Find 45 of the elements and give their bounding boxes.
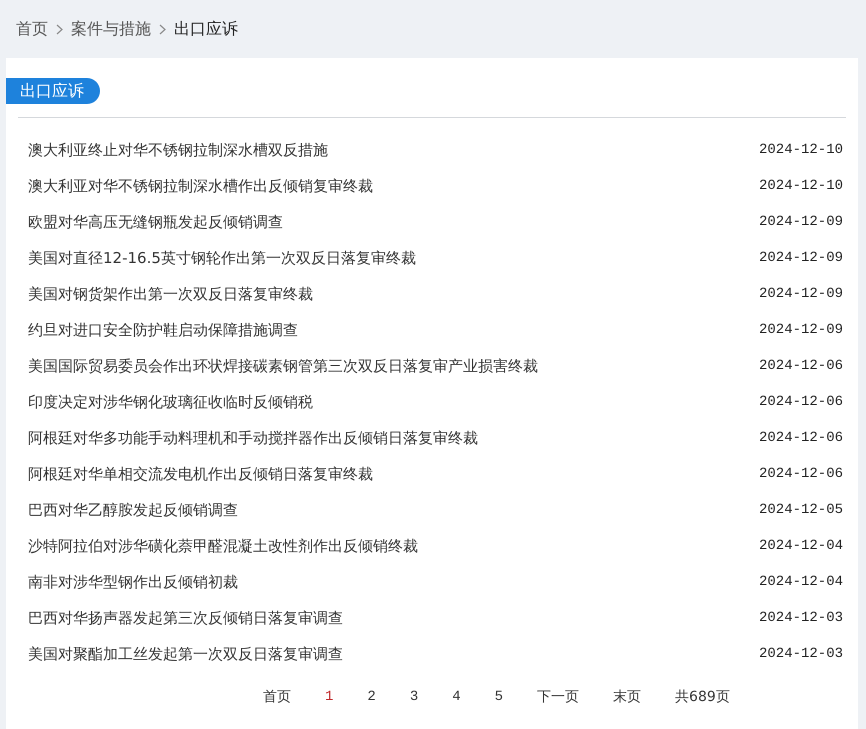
article-link[interactable]: 美国对直径12-16.5英寸钢轮作出第一次双反日落复审终裁 <box>28 248 416 268</box>
article-date: 2024-12-09 <box>758 322 844 338</box>
page-link[interactable]: 4 <box>435 689 478 705</box>
article-date: 2024-12-09 <box>758 250 844 266</box>
article-link[interactable]: 澳大利亚终止对华不锈钢拉制深水槽双反措施 <box>28 140 328 160</box>
article-link[interactable]: 阿根廷对华单相交流发电机作出反倾销日落复审终裁 <box>28 464 373 484</box>
article-link[interactable]: 美国国际贸易委员会作出环状焊接碳素钢管第三次双反日落复审产业损害终裁 <box>28 356 538 376</box>
chevron-right-icon <box>56 24 63 34</box>
article-date: 2024-12-04 <box>758 538 844 554</box>
article-link[interactable]: 巴西对华扬声器发起第三次反倾销日落复审调查 <box>28 608 343 628</box>
article-date: 2024-12-10 <box>758 178 844 194</box>
page-count: 共689页 <box>674 688 731 706</box>
next-page-link[interactable]: 下一页 <box>520 688 596 706</box>
page-link[interactable]: 3 <box>392 689 436 705</box>
article-link[interactable]: 阿根廷对华多功能手动料理机和手动搅拌器作出反倾销日落复审终裁 <box>28 428 478 448</box>
article-link[interactable]: 美国对钢货架作出第一次双反日落复审终裁 <box>28 284 313 304</box>
breadcrumb-link[interactable]: 案件与措施 <box>71 18 151 40</box>
article-link[interactable]: 巴西对华乙醇胺发起反倾销调查 <box>28 500 238 520</box>
breadcrumb-link[interactable]: 首页 <box>16 18 48 40</box>
article-date: 2024-12-06 <box>758 466 844 482</box>
first-page-link[interactable]: 首页 <box>246 688 308 706</box>
article-date: 2024-12-10 <box>758 142 844 158</box>
last-page-link[interactable]: 末页 <box>596 688 658 706</box>
page-link[interactable]: 2 <box>350 689 393 705</box>
section-tag: 出口应诉 <box>6 78 100 104</box>
article-link[interactable]: 美国对聚酯加工丝发起第一次双反日落复审调查 <box>28 644 343 664</box>
breadcrumb-link[interactable]: 出口应诉 <box>174 18 238 40</box>
article-link[interactable]: 澳大利亚对华不锈钢拉制深水槽作出反倾销复审终裁 <box>28 176 373 196</box>
article-link[interactable]: 印度决定对涉华钢化玻璃征收临时反倾销税 <box>28 392 313 412</box>
chevron-right-icon <box>159 24 166 34</box>
article-date: 2024-12-06 <box>758 430 844 446</box>
article-link[interactable]: 欧盟对华高压无缝钢瓶发起反倾销调查 <box>28 212 283 232</box>
article-link[interactable]: 约旦对进口安全防护鞋启动保障措施调查 <box>28 320 298 340</box>
page-link[interactable]: 1 <box>308 689 350 705</box>
page-link[interactable]: 5 <box>478 689 520 705</box>
article-date: 2024-12-03 <box>758 646 844 662</box>
article-date: 2024-12-03 <box>758 610 844 626</box>
article-date: 2024-12-09 <box>758 286 844 302</box>
article-date: 2024-12-09 <box>758 214 844 230</box>
article-date: 2024-12-06 <box>758 394 844 410</box>
article-link[interactable]: 沙特阿拉伯对涉华磺化萘甲醛混凝土改性剂作出反倾销终裁 <box>28 536 418 556</box>
article-date: 2024-12-05 <box>758 502 844 518</box>
article-date: 2024-12-06 <box>758 358 844 374</box>
article-link[interactable]: 南非对涉华型钢作出反倾销初裁 <box>28 572 238 592</box>
article-date: 2024-12-04 <box>758 574 844 590</box>
